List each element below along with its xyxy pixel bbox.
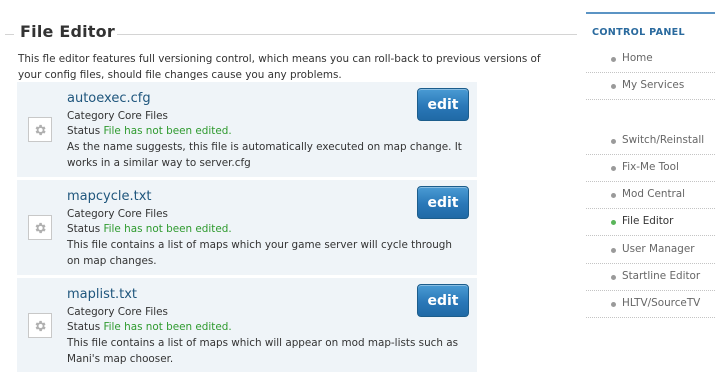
bullet-dot-icon	[611, 139, 616, 144]
gear-icon	[28, 313, 52, 338]
sidebar-item-my-services[interactable]: My Services	[586, 73, 715, 100]
gear-icon	[28, 117, 52, 142]
file-status: Status File has not been edited.	[67, 320, 232, 334]
sidebar-item-mod-central[interactable]: Mod Central	[586, 182, 715, 209]
status-value: File has not been edited.	[103, 321, 232, 333]
sidebar-item-label: My Services	[622, 79, 685, 91]
sidebar-item-file-editor[interactable]: File Editor	[586, 209, 715, 236]
title-divider-right	[117, 34, 577, 35]
edit-button[interactable]: edit	[417, 284, 469, 317]
category-value: Core Files	[117, 208, 168, 220]
status-value: File has not been edited.	[103, 223, 232, 235]
file-status: Status File has not been edited.	[67, 222, 232, 236]
file-category: Category Core Files	[67, 109, 168, 123]
sidebar-item-label: Home	[622, 52, 653, 64]
sidebar-item-label: Mod Central	[622, 188, 686, 200]
bullet-dot-icon	[611, 302, 616, 307]
bullet-dot-icon	[611, 57, 616, 62]
file-item-maplist: maplist.txt Category Core Files Status F…	[17, 278, 477, 372]
sidebar-item-label: User Manager	[622, 243, 695, 255]
file-category: Category Core Files	[67, 305, 168, 319]
control-panel-sidebar: CONTROL PANEL Home My Services Switch/Re…	[586, 0, 715, 372]
bullet-dot-icon	[611, 84, 616, 89]
bullet-dot-icon	[611, 193, 616, 198]
file-name-link[interactable]: autoexec.cfg	[67, 91, 151, 106]
bullet-dot-icon	[611, 248, 616, 253]
sidebar-item-label: File Editor	[622, 215, 674, 227]
edit-button[interactable]: edit	[417, 186, 469, 219]
sidebar-item-user-manager[interactable]: User Manager	[586, 237, 715, 264]
bullet-dot-icon	[611, 166, 616, 171]
file-category: Category Core Files	[67, 207, 168, 221]
sidebar-item-startline-editor[interactable]: Startline Editor	[586, 264, 715, 291]
edit-button[interactable]: edit	[417, 88, 469, 121]
file-name-link[interactable]: maplist.txt	[67, 287, 137, 302]
category-value: Core Files	[117, 110, 168, 122]
sidebar-item-label: Startline Editor	[622, 270, 701, 282]
sidebar-title: CONTROL PANEL	[592, 27, 685, 38]
category-label: Category	[67, 110, 115, 122]
gear-icon	[28, 215, 52, 240]
file-item-mapcycle: mapcycle.txt Category Core Files Status …	[17, 180, 477, 276]
status-label: Status	[67, 321, 101, 333]
file-description: This file contains a list of maps which …	[67, 239, 452, 267]
main-content: File Editor This fle editor features ful…	[0, 0, 577, 372]
title-divider-left	[5, 34, 14, 35]
intro-text: This fle editor features full versioning…	[18, 53, 541, 81]
file-status: Status File has not been edited.	[67, 124, 232, 138]
sidebar-item-label: HLTV/SourceTV	[622, 297, 701, 309]
sidebar-item-label: Fix-Me Tool	[622, 161, 679, 173]
bullet-dot-icon	[611, 220, 616, 225]
sidebar-item-hltv-sourcetv[interactable]: HLTV/SourceTV	[586, 291, 715, 318]
bullet-dot-icon	[611, 275, 616, 280]
sidebar-item-label: Switch/Reinstall	[622, 134, 705, 146]
file-description: This file contains a list of maps which …	[67, 337, 459, 365]
sidebar-divider	[586, 12, 715, 14]
status-value: File has not been edited.	[103, 125, 232, 137]
file-name-link[interactable]: mapcycle.txt	[67, 189, 152, 204]
category-value: Core Files	[117, 306, 168, 318]
file-description: As the name suggests, this file is autom…	[67, 141, 462, 169]
sidebar-item-switch-reinstall[interactable]: Switch/Reinstall	[586, 128, 715, 155]
file-list: autoexec.cfg Category Core Files Status …	[17, 82, 477, 372]
sidebar-item-home[interactable]: Home	[586, 46, 715, 73]
file-item-autoexec: autoexec.cfg Category Core Files Status …	[17, 82, 477, 178]
category-label: Category	[67, 208, 115, 220]
category-label: Category	[67, 306, 115, 318]
status-label: Status	[67, 223, 101, 235]
sidebar-item-fix-me-tool[interactable]: Fix-Me Tool	[586, 155, 715, 182]
status-label: Status	[67, 125, 101, 137]
page-title: File Editor	[20, 22, 115, 41]
